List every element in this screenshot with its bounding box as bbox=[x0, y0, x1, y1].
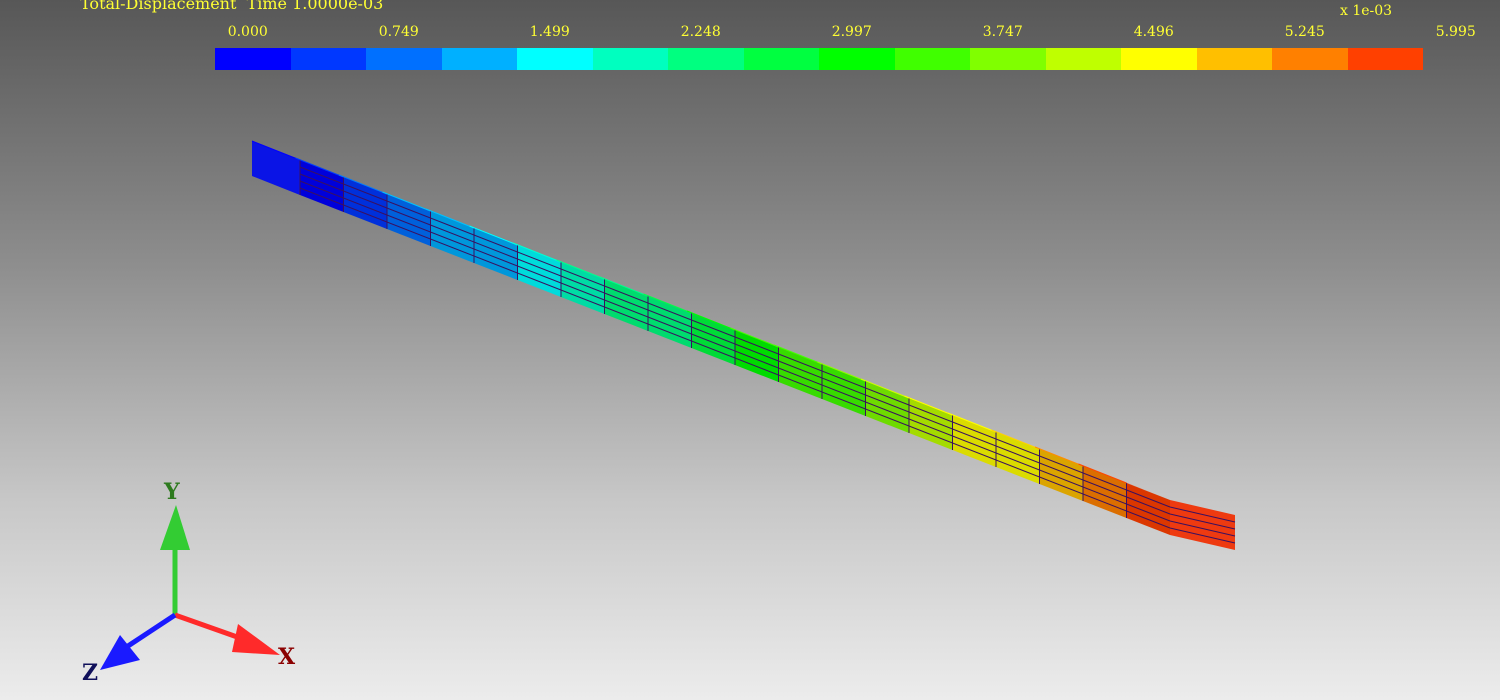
beam-element-front bbox=[865, 381, 909, 433]
y-axis-arrowhead bbox=[160, 505, 190, 550]
beam-end-face bbox=[1170, 500, 1235, 550]
beam-element-front bbox=[343, 177, 387, 229]
beam-element-front bbox=[604, 279, 648, 331]
beam-mesh bbox=[251, 140, 1236, 550]
beam-element-front bbox=[430, 211, 474, 263]
3d-viewport[interactable]: Y X Z bbox=[0, 0, 1500, 700]
mesh-layer-line bbox=[299, 187, 1171, 529]
beam-element-front bbox=[300, 160, 344, 212]
beam-element-front bbox=[735, 330, 779, 382]
mesh-layer-line bbox=[299, 173, 1171, 515]
beam-element-front bbox=[909, 398, 953, 450]
beam-element-front bbox=[691, 313, 735, 365]
beam-element-front bbox=[648, 296, 692, 348]
mesh-layer-line bbox=[299, 166, 1171, 508]
beam-element-front bbox=[517, 245, 561, 297]
beam-element-front bbox=[952, 415, 996, 467]
beam-element-front bbox=[822, 364, 866, 416]
x-axis-arrowhead bbox=[232, 624, 280, 655]
beam-end-face bbox=[252, 141, 300, 195]
x-axis-shaft bbox=[174, 612, 241, 641]
beam-element-front bbox=[1039, 449, 1083, 501]
z-axis-shaft bbox=[126, 612, 177, 649]
z-axis-label: Z bbox=[82, 660, 98, 686]
y-axis-label: Y bbox=[163, 479, 180, 505]
beam-element-front bbox=[561, 262, 605, 314]
axis-triad: Y X Z bbox=[82, 479, 296, 686]
beam-element-front bbox=[1126, 483, 1170, 535]
mesh-layer-line bbox=[299, 180, 1171, 522]
beam-element-front bbox=[996, 432, 1040, 484]
beam-element-front bbox=[387, 194, 431, 246]
beam-element-front bbox=[1083, 466, 1127, 518]
beam-element-front bbox=[474, 228, 518, 280]
beam-element-front bbox=[778, 347, 822, 399]
x-axis-label: X bbox=[278, 644, 296, 670]
